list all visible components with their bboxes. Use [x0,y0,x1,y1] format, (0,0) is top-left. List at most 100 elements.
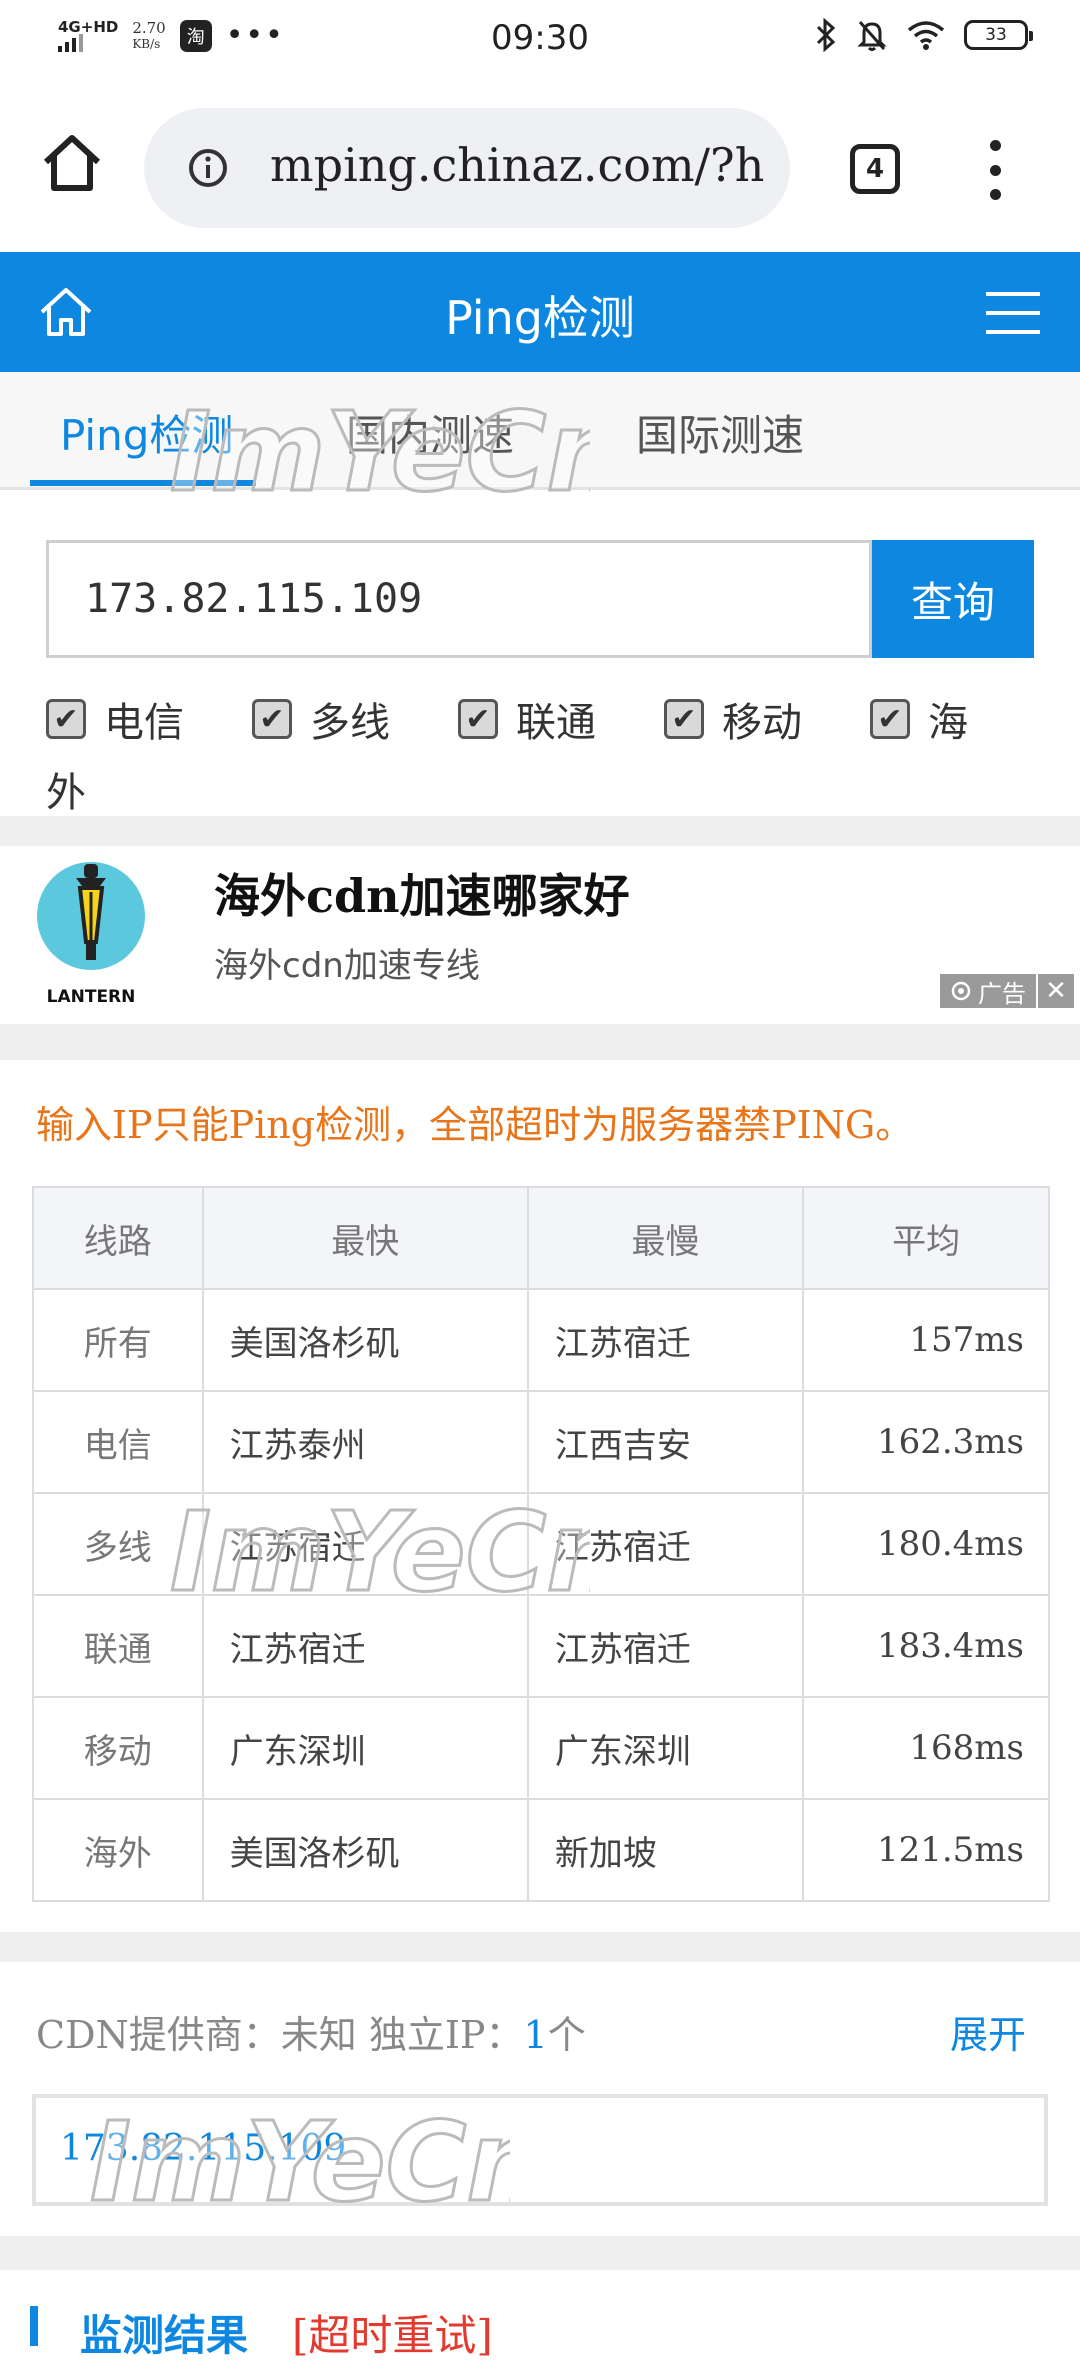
browser-menu-icon[interactable] [980,140,1010,200]
cell-line: 多线 [32,1492,204,1596]
ad-badge[interactable]: 广告 [940,974,1036,1008]
ad-subtitle: 海外cdn加速专线 [214,946,480,986]
monitor-results-title: 监测结果 [80,2311,249,2360]
table-row: 移动 广东深圳 广东深圳 168ms [32,1696,1050,1800]
cell-average: 180.4ms [802,1492,1050,1596]
table-row: 海外 美国洛杉矶 新加坡 121.5ms [32,1798,1050,1902]
status-right: 33 [814,18,1033,52]
filter-label: 联通 [516,700,596,746]
status-bar: 4G+HD 2.70 KB/s 淘 ••• 09:30 33 [0,0,1080,80]
cell-slowest: 江苏宿迁 [526,1288,805,1392]
ip-label: 独立IP： [368,2013,524,2057]
cell-average: 121.5ms [802,1798,1050,1902]
site-header: Ping检测 [0,252,1080,372]
cell-average: 183.4ms [802,1594,1050,1698]
ping-notice: 输入IP只能Ping检测，全部超时为服务器禁PING。 [36,1103,914,1147]
site-info-icon[interactable] [188,148,228,188]
filter-label: 多线 [310,700,390,746]
column-header-line: 线路 [32,1186,204,1290]
cell-line: 联通 [32,1594,204,1698]
table-row: 电信 江苏泰州 江西吉安 162.3ms [32,1390,1050,1494]
checkbox-telecom[interactable]: ✔ [46,699,86,739]
cell-line: 移动 [32,1696,204,1800]
checkbox-overseas[interactable]: ✔ [870,699,910,739]
cell-slowest: 江苏宿迁 [526,1492,805,1596]
ip-search-input[interactable] [46,540,872,658]
cell-fastest: 美国洛杉矶 [201,1798,529,1902]
lantern-logo: LANTERN [37,862,145,1006]
filter-label-wrap: 外 [46,770,86,816]
checkbox-unicom[interactable]: ✔ [458,699,498,739]
filter-unicom[interactable]: ✔ 联通 [458,690,596,748]
filter-telecom[interactable]: ✔ 电信 [46,690,184,748]
cell-slowest: 新加坡 [526,1798,805,1902]
ip-list-box: 173.82.115.109 [32,2094,1048,2206]
checkbox-multiline[interactable]: ✔ [252,699,292,739]
cell-fastest: 江苏宿迁 [201,1492,529,1596]
cell-slowest: 江西吉安 [526,1390,805,1494]
column-header-slowest: 最慢 [526,1186,805,1290]
section-accent-bar [30,2306,38,2346]
cell-line: 电信 [32,1390,204,1494]
ad-title[interactable]: 海外cdn加速哪家好 [214,860,630,926]
filter-label: 移动 [722,700,802,746]
ping-summary-table: 线路 最快 最慢 平均 所有 美国洛杉矶 江苏宿迁 157ms 电信 江苏泰州 … [32,1186,1050,1902]
cell-slowest: 广东深圳 [526,1696,805,1800]
filter-label: 电信 [104,700,184,746]
cell-average: 157ms [802,1288,1050,1392]
query-button[interactable]: 查询 [872,540,1034,658]
filter-multiline[interactable]: ✔ 多线 [252,690,390,748]
section-divider [0,816,1080,846]
tab-bar: Ping检测 国内测速 国际测速 [0,372,1080,490]
mute-bell-icon [857,21,887,51]
table-row: 联通 江苏宿迁 江苏宿迁 183.4ms [32,1594,1050,1698]
ip-address-link[interactable]: 173.82.115.109 [60,2128,346,2169]
url-text[interactable]: mping.chinaz.com/?h [270,138,764,192]
table-header-row: 线路 最快 最慢 平均 [32,1186,1050,1290]
cell-line: 所有 [32,1288,204,1392]
filter-mobile[interactable]: ✔ 移动 [664,690,802,748]
page-title: Ping检测 [445,291,635,345]
cell-fastest: 江苏宿迁 [201,1594,529,1698]
cell-average: 168ms [802,1696,1050,1800]
ip-unit: 个 [547,2013,586,2057]
cell-line: 海外 [32,1798,204,1902]
cdn-info: CDN提供商：未知 独立IP：1个 [36,2004,586,2059]
expand-link[interactable]: 展开 [950,2004,1026,2059]
cell-average: 162.3ms [802,1390,1050,1494]
filter-label: 海 [928,700,968,746]
section-divider [0,1932,1080,1962]
site-menu-icon[interactable] [986,292,1040,334]
column-header-fastest: 最快 [201,1186,529,1290]
tab-switcher-button[interactable]: 4 [850,144,900,194]
checkbox-mobile[interactable]: ✔ [664,699,704,739]
ad-badge-label: 广告 [978,979,1026,1008]
ip-count: 1 [523,2013,548,2057]
tab-domestic-speed[interactable]: 国内测速 [346,402,514,463]
section-divider [0,1024,1080,1060]
active-tab-indicator [30,480,256,486]
filter-overseas[interactable]: ✔ 海 [870,690,968,748]
ad-logo-text: LANTERN [47,987,136,1006]
wifi-icon [907,21,945,50]
cdn-provider-label: CDN提供商： [36,2013,281,2057]
timeout-retry-link[interactable]: [超时重试] [292,2302,493,2363]
section-divider [0,2236,1080,2270]
battery-icon: 33 [964,20,1033,50]
column-header-average: 平均 [802,1186,1050,1290]
table-row: 多线 江苏宿迁 江苏宿迁 180.4ms [32,1492,1050,1596]
bluetooth-icon [816,18,836,52]
ad-close-icon[interactable]: ✕ [1038,974,1074,1008]
table-row: 所有 美国洛杉矶 江苏宿迁 157ms [32,1288,1050,1392]
browser-toolbar: mping.chinaz.com/?h 4 [0,80,1080,252]
address-bar[interactable]: mping.chinaz.com/?h [144,108,790,228]
tab-international-speed[interactable]: 国际测速 [636,402,804,463]
ad-settings-icon [951,981,971,1001]
cell-fastest: 江苏泰州 [201,1390,529,1494]
tab-ping[interactable]: Ping检测 [60,402,233,463]
cdn-provider-value: 未知 [280,2013,357,2057]
browser-home-icon[interactable] [40,130,104,194]
ad-banner[interactable]: LANTERN 海外cdn加速哪家好 海外cdn加速专线 广告 ✕ [0,846,1080,1024]
cell-fastest: 美国洛杉矶 [201,1288,529,1392]
cell-slowest: 江苏宿迁 [526,1594,805,1698]
